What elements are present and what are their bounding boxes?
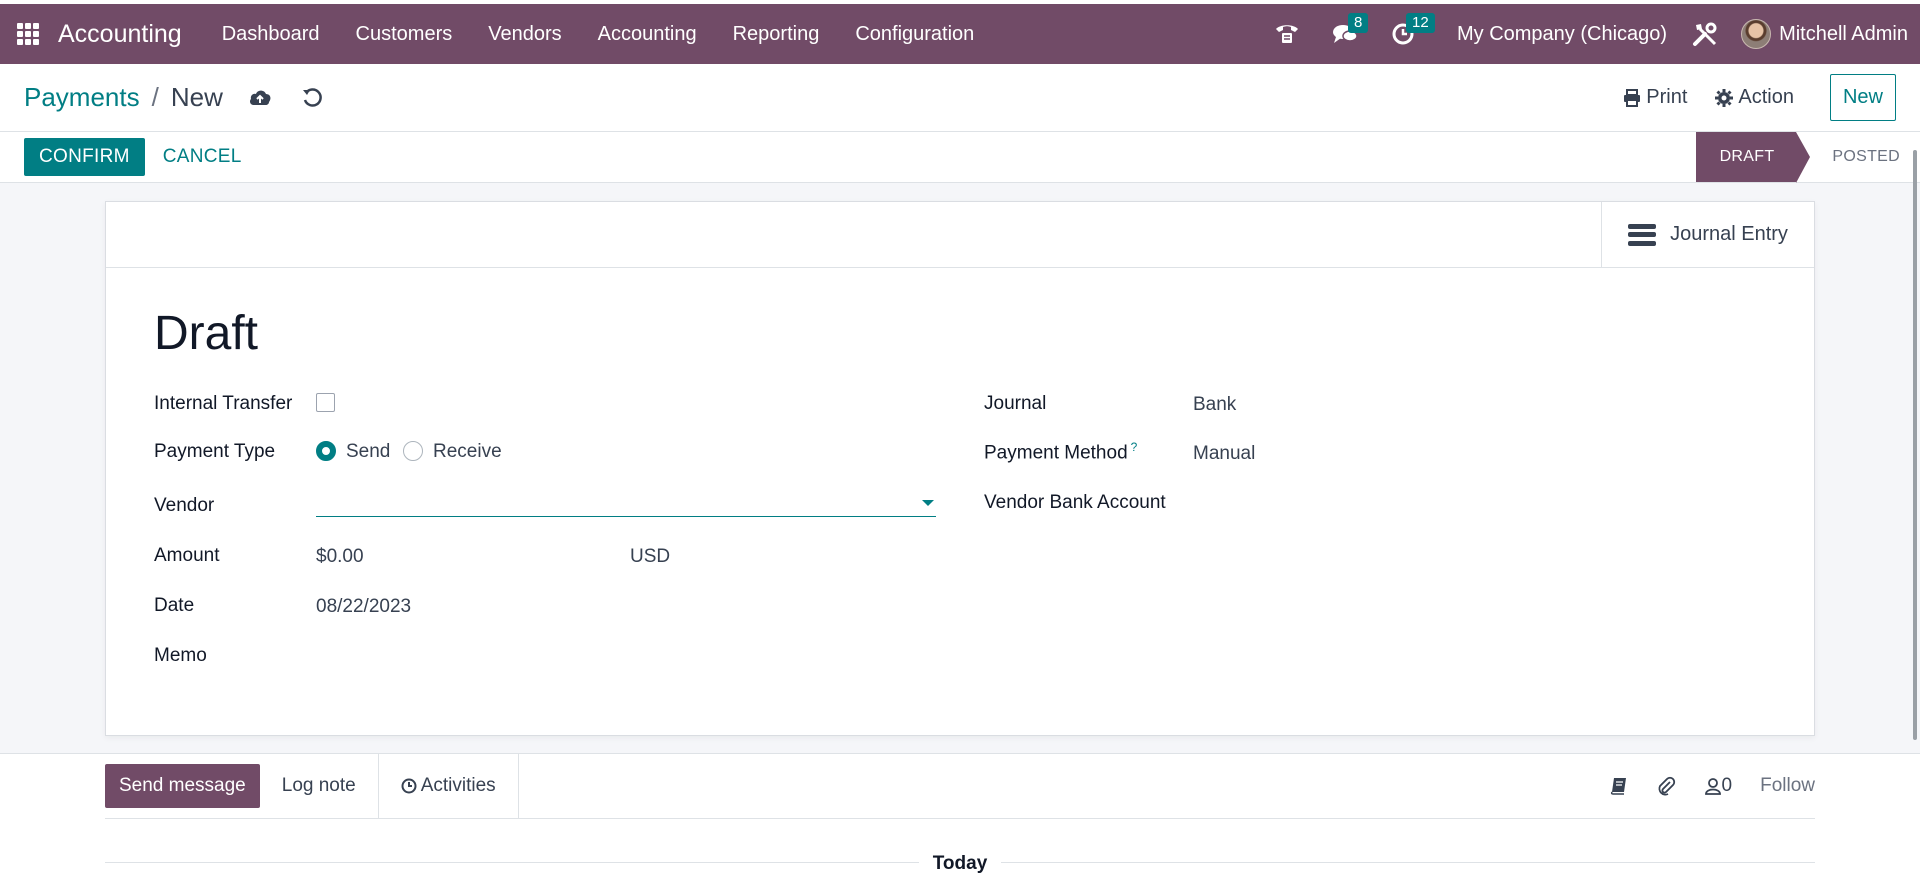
payment-type-receive-label: Receive xyxy=(433,441,502,462)
activities-label: Activities xyxy=(420,775,496,796)
record-title: Draft xyxy=(154,307,259,360)
menu-item-vendors[interactable]: Vendors xyxy=(470,23,579,46)
date-separator-label-wrap: Today xyxy=(0,853,1920,875)
activities-count-badge: 12 xyxy=(1405,13,1435,33)
menu-item-accounting[interactable]: Accounting xyxy=(580,23,715,46)
control-panel: Payments / New Print Action New xyxy=(0,64,1920,132)
chevron-down-icon[interactable] xyxy=(922,500,934,506)
stage-posted[interactable]: POSTED xyxy=(1796,132,1900,182)
book-icon[interactable] xyxy=(1610,777,1628,795)
activities-button[interactable]: Activities xyxy=(377,753,519,819)
user-name: Mitchell Admin xyxy=(1779,22,1908,45)
stage-draft[interactable]: DRAFT xyxy=(1695,132,1811,183)
messages-count-badge: 8 xyxy=(1347,13,1369,33)
payment-method-field[interactable]: Manual xyxy=(1193,443,1255,465)
messages-icon[interactable]: 8 xyxy=(1331,13,1369,48)
smart-button-box: Journal Entry xyxy=(106,202,1814,268)
new-record-button[interactable]: New xyxy=(1829,74,1896,121)
menu-item-dashboard[interactable]: Dashboard xyxy=(204,23,338,46)
status-stages: DRAFT POSTED xyxy=(1695,132,1900,183)
send-message-button[interactable]: Send message xyxy=(105,764,260,808)
journal-entry-button[interactable]: Journal Entry xyxy=(1601,202,1814,267)
payment-type-label: Payment Type xyxy=(154,441,276,462)
vendor-input[interactable] xyxy=(316,487,936,517)
journal-field[interactable]: Bank xyxy=(1193,394,1236,416)
currency-field[interactable]: USD xyxy=(630,546,670,568)
confirm-button[interactable]: CONFIRM xyxy=(24,138,145,176)
action-button[interactable]: Action xyxy=(1715,86,1794,109)
chatter-topbar: Send message Log note Activities 0 Follo… xyxy=(0,753,1920,819)
followers-count: 0 xyxy=(1721,775,1733,796)
date-field[interactable]: 08/22/2023 xyxy=(316,596,411,618)
journal-entry-label: Journal Entry xyxy=(1670,223,1788,245)
menu-item-customers[interactable]: Customers xyxy=(338,23,471,46)
vendor-label: Vendor xyxy=(154,495,215,516)
user-menu[interactable]: Mitchell Admin xyxy=(1741,19,1908,49)
form-sheet: Journal Entry Draft Internal Transfer Pa… xyxy=(105,201,1815,736)
print-label: Print xyxy=(1646,86,1688,108)
user-icon xyxy=(1704,778,1721,795)
follow-button[interactable]: Follow xyxy=(1760,775,1815,797)
save-cloud-icon[interactable] xyxy=(247,85,273,111)
chatter-toolbar: Send message Log note Activities 0 Follo… xyxy=(105,753,1815,819)
log-note-button[interactable]: Log note xyxy=(260,764,378,808)
followers-button[interactable]: 0 xyxy=(1704,775,1733,797)
list-bars-icon xyxy=(1628,223,1657,246)
company-switcher[interactable]: My Company (Chicago) xyxy=(1457,23,1667,46)
phone-icon[interactable] xyxy=(1273,20,1301,48)
app-title[interactable]: Accounting xyxy=(58,20,182,49)
internal-transfer-checkbox[interactable] xyxy=(316,393,335,412)
payment-type-send-label: Send xyxy=(346,441,391,462)
control-panel-actions: Print Action New xyxy=(1595,74,1896,121)
action-label: Action xyxy=(1738,86,1794,108)
cancel-button[interactable]: CANCEL xyxy=(163,138,242,176)
date-label: Date xyxy=(154,595,195,616)
page-scrollbar[interactable] xyxy=(1913,150,1917,740)
main-menu: Dashboard Customers Vendors Accounting R… xyxy=(204,23,993,46)
print-button[interactable]: Print xyxy=(1623,86,1687,109)
breadcrumb-payments[interactable]: Payments xyxy=(24,82,140,113)
payment-method-label: Payment Method xyxy=(984,442,1128,464)
gear-icon xyxy=(1715,88,1734,107)
top-navbar: Accounting Dashboard Customers Vendors A… xyxy=(0,4,1920,64)
payment-type-receive-radio[interactable] xyxy=(403,441,423,461)
activity-clock-icon[interactable]: 12 xyxy=(1389,13,1435,48)
internal-transfer-label: Internal Transfer xyxy=(154,393,293,414)
breadcrumb-current: New xyxy=(170,82,223,112)
memo-label: Memo xyxy=(154,645,207,666)
paperclip-icon[interactable] xyxy=(1656,776,1676,796)
payment-type-send-radio[interactable] xyxy=(316,441,336,461)
payment-method-label-wrap: Payment Method? xyxy=(984,440,1137,464)
avatar xyxy=(1741,19,1772,49)
amount-field[interactable]: $0.00 xyxy=(316,546,364,568)
form-statusbar: CONFIRM CANCEL DRAFT POSTED xyxy=(0,132,1920,183)
journal-label: Journal xyxy=(984,393,1047,414)
date-separator-label: Today xyxy=(918,853,1002,874)
menu-item-reporting[interactable]: Reporting xyxy=(715,23,838,46)
breadcrumb: Payments / New xyxy=(24,82,223,113)
chatter-actions: 0 Follow xyxy=(1582,775,1815,797)
debug-tools-icon[interactable] xyxy=(1691,20,1719,48)
clock-icon xyxy=(401,778,417,794)
menu-item-configuration[interactable]: Configuration xyxy=(837,23,992,46)
discard-undo-icon[interactable] xyxy=(299,85,325,111)
vendor-bank-account-label: Vendor Bank Account xyxy=(984,492,1166,513)
systray: 8 12 My Company (Chicago) Mitchell Admin xyxy=(1273,4,1920,64)
amount-label: Amount xyxy=(154,545,220,566)
print-icon xyxy=(1624,88,1641,107)
apps-menu-icon[interactable] xyxy=(17,23,39,45)
help-tooltip-icon[interactable]: ? xyxy=(1131,440,1138,454)
breadcrumb-separator: / xyxy=(151,82,159,112)
